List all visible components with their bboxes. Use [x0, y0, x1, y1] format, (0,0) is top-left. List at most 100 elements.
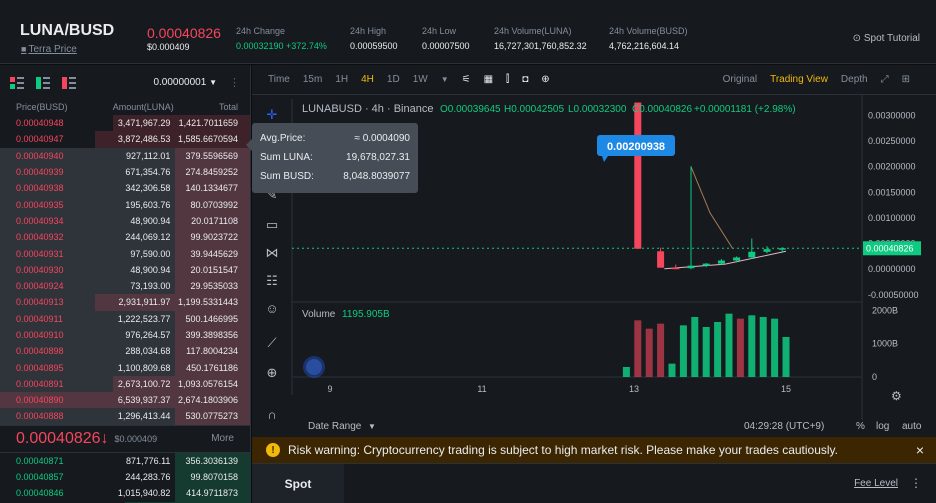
bid-row[interactable]: 0.00040846 1,015,940.82 414.9711873 [0, 485, 250, 502]
date-range-button[interactable]: Date Range [308, 421, 362, 432]
spot-tutorial-link[interactable]: ⊙ Spot Tutorial [853, 33, 920, 44]
view-trading-view[interactable]: Trading View [770, 74, 828, 85]
row-price: 0.00040932 [16, 232, 64, 243]
ask-row[interactable]: 0.00040939 671,354.76 274.8459252 [0, 163, 250, 181]
row-total: 2,674.1803906 [177, 395, 238, 406]
row-amount: 927,112.01 [126, 150, 171, 161]
candle [733, 257, 741, 261]
current-price-label: 0.00040826 [866, 243, 914, 253]
book-both-icon[interactable] [10, 76, 24, 89]
grid-layout-icon[interactable]: ⊞ [902, 74, 910, 85]
fullscreen-icon[interactable]: ⤢ [881, 74, 889, 85]
ask-row[interactable]: 0.00040890 6,539,937.37 2,674.1803906 [0, 392, 250, 409]
chart-settings-icon[interactable]: ⚙ [891, 389, 902, 403]
ask-row[interactable]: 0.00040924 73,193.00 29.9535033 [0, 277, 250, 295]
row-price: 0.00040888 [16, 411, 64, 422]
more-link[interactable]: More [211, 433, 234, 444]
scale-percent[interactable]: % [856, 421, 865, 432]
ruler-icon[interactable]: ⟋ [264, 335, 280, 351]
ask-row[interactable]: 0.00040895 1,100,809.68 450.1761186 [0, 359, 250, 376]
more-vertical-icon[interactable]: ⋮ [229, 76, 240, 89]
interval-dropdown-icon[interactable]: ▼ [441, 75, 449, 84]
market-header: LUNA/BUSD ■ Terra Price 0.00040826 $0.000… [0, 0, 936, 64]
magnet-icon[interactable]: ∩ [264, 407, 280, 423]
indicator-settings-icon[interactable]: ⚟ [462, 74, 471, 85]
volume-tick: 2000B [872, 305, 898, 315]
scale-auto[interactable]: auto [902, 421, 922, 432]
order-book-toolbar: 0.00000001 ▼ ⋮ [0, 65, 250, 99]
ask-row[interactable]: 0.00040930 48,900.94 20.0151547 [0, 261, 250, 278]
ask-row[interactable]: 0.00040891 2,673,100.72 1,093.0576154 [0, 375, 250, 393]
volume-bar [679, 325, 687, 377]
bid-row[interactable]: 0.00040857 244,283.76 99.8070158 [0, 468, 250, 486]
row-price: 0.00040857 [16, 472, 64, 483]
tab-spot[interactable]: Spot [252, 464, 344, 503]
ask-row[interactable]: 0.00040898 288,034.68 117.8004234 [0, 343, 250, 360]
interval-time[interactable]: Time [268, 74, 290, 85]
ask-row[interactable]: 0.00040910 976,264.57 399.3898356 [0, 326, 250, 344]
stat-24h-volume-busd: 24h Volume(BUSD) 4,762,216,604.14 [609, 26, 688, 51]
ask-row[interactable]: 0.00040911 1,222,523.77 500.1466995 [0, 310, 250, 327]
volume-value: 1195.905B [342, 309, 390, 320]
ask-row[interactable]: 0.00040948 3,471,967.29 1,421.7011659 [0, 115, 250, 132]
interval-1d[interactable]: 1D [387, 74, 400, 85]
more-options-icon[interactable]: ⋮ [910, 476, 922, 490]
zoom-icon[interactable]: ⊕ [264, 365, 280, 381]
legend-low: L0.00032300 [568, 104, 627, 115]
ask-row[interactable]: 0.00040934 48,900.94 20.0171108 [0, 212, 250, 230]
ask-row[interactable]: 0.00040938 342,306.58 140.1334677 [0, 180, 250, 197]
interval-4h[interactable]: 4H [361, 74, 374, 85]
ask-row[interactable]: 0.00040932 244,069.12 99.9023722 [0, 229, 250, 246]
row-amount: 97,590.00 [130, 248, 171, 259]
interval-15m[interactable]: 15m [303, 74, 322, 85]
time-tick: 15 [781, 384, 791, 394]
view-depth[interactable]: Depth [841, 74, 868, 85]
pair-subtitle-link[interactable]: ■ Terra Price [21, 44, 77, 55]
comment-icon[interactable]: ▭ [264, 217, 280, 233]
row-amount: 2,673,100.72 [117, 378, 171, 389]
book-asks-icon[interactable] [62, 76, 76, 89]
pair-title[interactable]: LUNA/BUSD [20, 22, 114, 40]
emoji-icon[interactable]: ☺ [264, 301, 280, 317]
row-price: 0.00040931 [16, 248, 64, 259]
scale-log[interactable]: log [876, 421, 889, 432]
warning-icon: ! [266, 443, 280, 457]
volume-bar [702, 327, 710, 377]
row-total: 39.9445629 [190, 248, 238, 259]
interval-1h[interactable]: 1H [335, 74, 348, 85]
crosshair-icon[interactable]: ✛ [264, 107, 280, 123]
camera-icon[interactable]: ◘ [522, 74, 528, 85]
row-total: 399.3898356 [185, 330, 238, 340]
ask-row[interactable]: 0.00040913 2,931,911.97 1,199.5331443 [0, 294, 250, 311]
pattern-icon[interactable]: ⋈ [264, 245, 280, 261]
ask-row[interactable]: 0.00040931 97,590.00 39.9445629 [0, 245, 250, 262]
date-range-caret-icon[interactable]: ▼ [368, 422, 376, 431]
ask-row[interactable]: 0.00040888 1,296,413.44 530.0775273 [0, 408, 250, 425]
price-tick: 0.00000000 [868, 264, 916, 274]
precision-select[interactable]: 0.00000001 ▼ [153, 77, 217, 88]
candle [687, 265, 695, 269]
row-price: 0.00040871 [16, 455, 64, 466]
view-original[interactable]: Original [723, 74, 757, 85]
interval-1w[interactable]: 1W [413, 74, 428, 85]
row-amount: 1,015,940.82 [117, 488, 171, 499]
book-bids-icon[interactable] [36, 76, 50, 89]
candle [702, 263, 710, 266]
bid-row[interactable]: 0.00040871 871,776.11 356.3036139 [0, 452, 250, 469]
close-icon[interactable]: × [916, 442, 924, 458]
ask-row[interactable]: 0.00040947 3,872,486.53 1,585.6670594 [0, 131, 250, 148]
mid-price-row[interactable]: 0.00040826↓ $0.000409 More [0, 424, 250, 453]
volume-tick: 1000B [872, 339, 898, 349]
candle-type-icon[interactable]: ⫿ [506, 74, 509, 85]
ask-row[interactable]: 0.00040935 195,603.76 80.0703992 [0, 196, 250, 213]
layout-grid-icon[interactable]: ▦ [484, 74, 493, 85]
ask-row[interactable]: 0.00040940 927,112.01 379.5596569 [0, 147, 250, 164]
row-total: 500.1466995 [185, 313, 238, 324]
add-circle-icon[interactable]: ⊕ [541, 74, 549, 85]
forecast-icon[interactable]: ☷ [264, 273, 280, 289]
row-total: 117.8004234 [186, 346, 238, 357]
fee-level-link[interactable]: Fee Level [854, 478, 898, 489]
candle [763, 249, 771, 252]
row-amount: 3,471,967.29 [117, 118, 171, 129]
chart-toolbar: Time 15m 1H 4H 1D 1W ▼ ⚟ ▦ ⫿ ◘ ⊕ Origina… [252, 65, 936, 95]
